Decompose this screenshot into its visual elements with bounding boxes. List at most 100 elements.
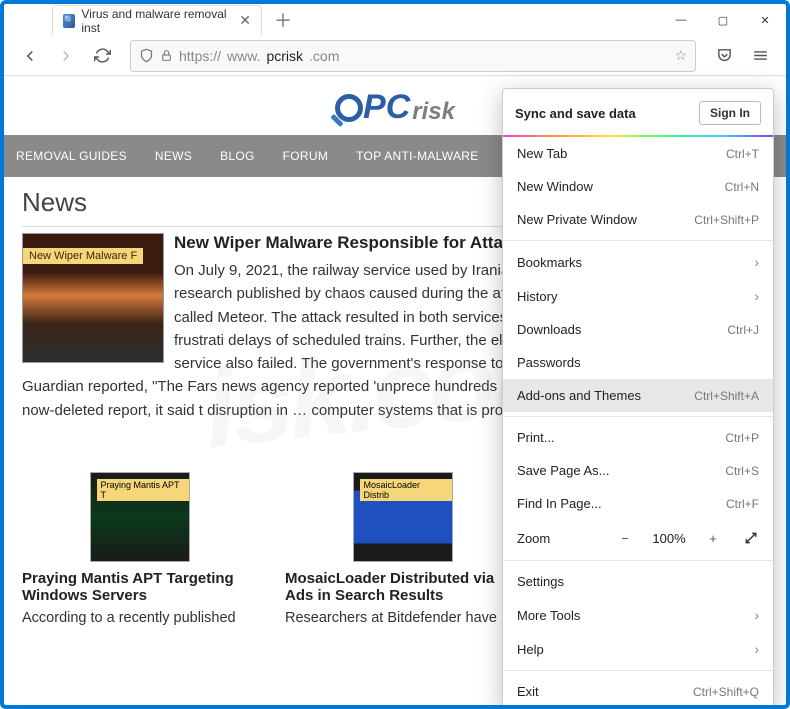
card-2-thumb[interactable]: MosaicLoader Distrib xyxy=(353,472,453,562)
menu-bookmarks[interactable]: Bookmarks › xyxy=(503,245,773,279)
window-controls: — ▢ ✕ xyxy=(660,4,786,36)
sign-in-button[interactable]: Sign In xyxy=(699,101,761,125)
card-2-title[interactable]: MosaicLoader Distributed via Ads in Sear… xyxy=(285,570,520,604)
forward-button[interactable] xyxy=(50,40,82,72)
chevron-right-icon: › xyxy=(754,641,759,657)
logo-magnifier-icon xyxy=(335,94,363,122)
nav-removal-guides[interactable]: REMOVAL GUIDES xyxy=(16,149,127,163)
chevron-right-icon: › xyxy=(754,607,759,623)
menu-shortcut: Ctrl+S xyxy=(725,464,759,478)
menu-label: Add-ons and Themes xyxy=(517,388,641,403)
menu-help[interactable]: Help › xyxy=(503,632,773,666)
card-1: Praying Mantis APT T Praying Mantis APT … xyxy=(22,472,257,626)
app-menu-button[interactable] xyxy=(744,40,776,72)
tab-close-icon[interactable]: ✕ xyxy=(239,12,251,29)
app-menu-panel: Sync and save data Sign In New Tab Ctrl+T… xyxy=(502,88,774,709)
menu-label: Passwords xyxy=(517,355,581,370)
menu-label: Save Page As... xyxy=(517,463,610,478)
lead-article-thumb[interactable]: New Wiper Malware F xyxy=(22,233,164,363)
logo-text-2: risk xyxy=(412,98,455,126)
nav-blog[interactable]: BLOG xyxy=(220,149,255,163)
menu-shortcut: Ctrl+Shift+Q xyxy=(693,685,759,699)
url-host: www. xyxy=(227,48,260,64)
logo-text-1: PC xyxy=(363,88,410,127)
menu-new-window[interactable]: New Window Ctrl+N xyxy=(503,170,773,203)
menu-label: Print... xyxy=(517,430,555,445)
fullscreen-icon[interactable] xyxy=(739,526,763,550)
card-1-thumb-label: Praying Mantis APT T xyxy=(97,479,189,501)
menu-label: Bookmarks xyxy=(517,255,582,270)
menu-label: More Tools xyxy=(517,608,580,623)
url-domain: pcrisk xyxy=(266,48,303,64)
menu-label: Help xyxy=(517,642,544,657)
menu-separator xyxy=(503,416,773,417)
shield-icon[interactable] xyxy=(139,48,154,63)
browser-tab[interactable]: 🔍 Virus and malware removal inst ✕ xyxy=(52,5,262,35)
menu-label: Downloads xyxy=(517,322,581,337)
menu-label: Settings xyxy=(517,574,564,589)
menu-shortcut: Ctrl+Shift+P xyxy=(694,213,759,227)
card-2: MosaicLoader Distrib MosaicLoader Distri… xyxy=(285,472,520,626)
menu-separator xyxy=(503,560,773,561)
zoom-value: 100% xyxy=(647,531,691,546)
menu-exit[interactable]: Exit Ctrl+Shift+Q xyxy=(503,675,773,708)
menu-label: Exit xyxy=(517,684,539,699)
menu-new-tab[interactable]: New Tab Ctrl+T xyxy=(503,137,773,170)
chevron-right-icon: › xyxy=(754,254,759,270)
card-1-title[interactable]: Praying Mantis APT Targeting Windows Ser… xyxy=(22,570,257,604)
menu-print[interactable]: Print... Ctrl+P xyxy=(503,421,773,454)
minimize-button[interactable]: — xyxy=(660,4,702,36)
toolbar: https:// www. pcrisk .com ☆ xyxy=(4,36,786,76)
pocket-icon[interactable] xyxy=(708,40,740,72)
chevron-right-icon: › xyxy=(754,288,759,304)
zoom-in-button[interactable]: + xyxy=(701,526,725,550)
titlebar: 🔍 Virus and malware removal inst ✕ ＋ — ▢… xyxy=(4,4,786,36)
address-bar[interactable]: https:// www. pcrisk .com ☆ xyxy=(130,40,696,72)
menu-save-page-as[interactable]: Save Page As... Ctrl+S xyxy=(503,454,773,487)
menu-label: New Private Window xyxy=(517,212,637,227)
maximize-button[interactable]: ▢ xyxy=(702,4,744,36)
menu-sync-row: Sync and save data Sign In xyxy=(503,89,773,135)
menu-history[interactable]: History › xyxy=(503,279,773,313)
bookmark-star-icon[interactable]: ☆ xyxy=(674,47,687,64)
menu-settings[interactable]: Settings xyxy=(503,565,773,598)
menu-shortcut: Ctrl+P xyxy=(725,431,759,445)
menu-shortcut: Ctrl+F xyxy=(726,497,759,511)
menu-shortcut: Ctrl+T xyxy=(726,147,759,161)
menu-shortcut: Ctrl+N xyxy=(725,180,759,194)
menu-addons-themes[interactable]: Add-ons and Themes Ctrl+Shift+A xyxy=(503,379,773,412)
tab-favicon-icon: 🔍 xyxy=(63,14,75,28)
nav-top-antimalware[interactable]: TOP ANTI-MALWARE xyxy=(356,149,478,163)
menu-downloads[interactable]: DownloadsCtrl+J xyxy=(503,313,773,346)
sync-title: Sync and save data xyxy=(515,106,636,121)
menu-label: New Tab xyxy=(517,146,567,161)
new-tab-button[interactable]: ＋ xyxy=(274,7,292,33)
menu-label: New Window xyxy=(517,179,593,194)
back-button[interactable] xyxy=(14,40,46,72)
lock-icon[interactable] xyxy=(160,49,173,62)
menu-label: History xyxy=(517,289,557,304)
reload-button[interactable] xyxy=(86,40,118,72)
zoom-label: Zoom xyxy=(517,531,550,546)
zoom-out-button[interactable]: − xyxy=(613,526,637,550)
nav-forum[interactable]: FORUM xyxy=(283,149,329,163)
menu-passwords[interactable]: Passwords xyxy=(503,346,773,379)
url-tld: .com xyxy=(309,48,339,64)
menu-separator xyxy=(503,240,773,241)
card-2-body: Researchers at Bitdefender have xyxy=(285,610,520,626)
card-2-thumb-label: MosaicLoader Distrib xyxy=(360,479,452,501)
close-button[interactable]: ✕ xyxy=(744,4,786,36)
menu-separator xyxy=(503,670,773,671)
menu-find-in-page[interactable]: Find In Page... Ctrl+F xyxy=(503,487,773,520)
menu-shortcut: Ctrl+Shift+A xyxy=(694,389,759,403)
url-protocol: https:// xyxy=(179,48,221,64)
browser-window: 🔍 Virus and malware removal inst ✕ ＋ — ▢… xyxy=(0,0,790,709)
card-1-body: According to a recently published xyxy=(22,610,257,626)
menu-more-tools[interactable]: More Tools › xyxy=(503,598,773,632)
menu-new-private-window[interactable]: New Private Window Ctrl+Shift+P xyxy=(503,203,773,236)
card-1-thumb[interactable]: Praying Mantis APT T xyxy=(90,472,190,562)
nav-news[interactable]: NEWS xyxy=(155,149,192,163)
menu-label: Find In Page... xyxy=(517,496,602,511)
thumb-label: New Wiper Malware F xyxy=(23,248,143,264)
tab-title: Virus and malware removal inst xyxy=(81,7,229,35)
